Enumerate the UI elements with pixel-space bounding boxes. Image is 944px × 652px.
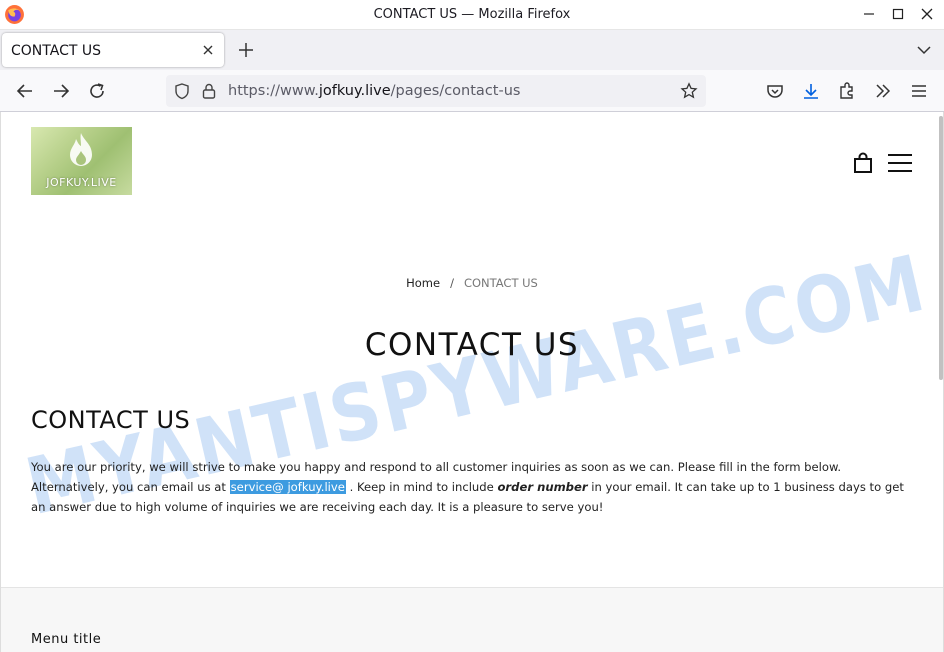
tab-strip: CONTACT US bbox=[0, 30, 944, 70]
overflow-chevrons-icon[interactable] bbox=[873, 81, 893, 101]
site-logo[interactable]: JOFKUY.LIVE bbox=[31, 127, 132, 195]
web-page: JOFKUY.LIVE MYANTISPYWARE.COM Home / CONTA… bbox=[0, 112, 944, 652]
breadcrumb-separator: / bbox=[450, 276, 454, 290]
tab-contact-us[interactable]: CONTACT US bbox=[2, 33, 224, 67]
window-title: CONTACT US — Mozilla Firefox bbox=[373, 7, 571, 22]
contact-paragraph: You are our priority, we will strive to … bbox=[31, 460, 904, 514]
minimize-icon bbox=[864, 13, 874, 15]
navigation-toolbar: https://www.jofkuy.live/pages/contact-us bbox=[0, 70, 944, 112]
extensions-puzzle-icon[interactable] bbox=[837, 81, 857, 101]
back-arrow-icon[interactable] bbox=[15, 81, 35, 101]
url-text: https://www.jofkuy.live/pages/contact-us bbox=[228, 83, 521, 99]
chevron-down-icon[interactable] bbox=[916, 42, 932, 58]
url-bar[interactable]: https://www.jofkuy.live/pages/contact-us bbox=[166, 75, 706, 107]
page-title: CONTACT US bbox=[364, 327, 580, 363]
emphasis-order-number: order number bbox=[497, 480, 588, 494]
breadcrumb: Home / CONTACT US bbox=[1, 276, 943, 290]
tab-close-icon[interactable] bbox=[200, 42, 216, 58]
footer-menu-title: Menu title bbox=[31, 632, 102, 647]
email-link[interactable]: service@ jofkuy.live bbox=[229, 480, 346, 494]
forward-arrow-icon[interactable] bbox=[51, 81, 71, 101]
new-tab-plus-icon[interactable] bbox=[236, 40, 256, 60]
breadcrumb-home-link[interactable]: Home bbox=[406, 276, 440, 290]
tab-label: CONTACT US bbox=[11, 43, 101, 59]
lock-icon[interactable] bbox=[201, 82, 217, 100]
maximize-button[interactable] bbox=[887, 3, 909, 25]
flame-logo-icon bbox=[70, 133, 92, 166]
reload-icon[interactable] bbox=[87, 81, 107, 101]
shopping-bag-icon[interactable] bbox=[852, 152, 874, 174]
page-scrollbar[interactable] bbox=[939, 116, 943, 380]
hamburger-menu-icon[interactable] bbox=[909, 81, 929, 101]
logo-text: JOFKUY.LIVE bbox=[46, 176, 117, 189]
shield-icon[interactable] bbox=[173, 82, 191, 100]
watermark: MYANTISPYWARE.COM bbox=[18, 239, 935, 534]
section-heading: CONTACT US bbox=[31, 406, 191, 434]
site-menu-icon[interactable] bbox=[887, 153, 913, 173]
close-window-button[interactable] bbox=[916, 3, 938, 25]
download-icon[interactable] bbox=[801, 81, 821, 101]
site-footer: Menu title bbox=[1, 587, 943, 652]
pocket-icon[interactable] bbox=[765, 81, 785, 101]
window-titlebar: CONTACT US — Mozilla Firefox bbox=[0, 0, 944, 30]
bookmark-star-icon[interactable] bbox=[680, 82, 698, 100]
breadcrumb-current: CONTACT US bbox=[463, 276, 538, 290]
minimize-button[interactable] bbox=[858, 3, 880, 25]
maximize-icon bbox=[892, 8, 904, 20]
close-icon bbox=[921, 8, 933, 20]
